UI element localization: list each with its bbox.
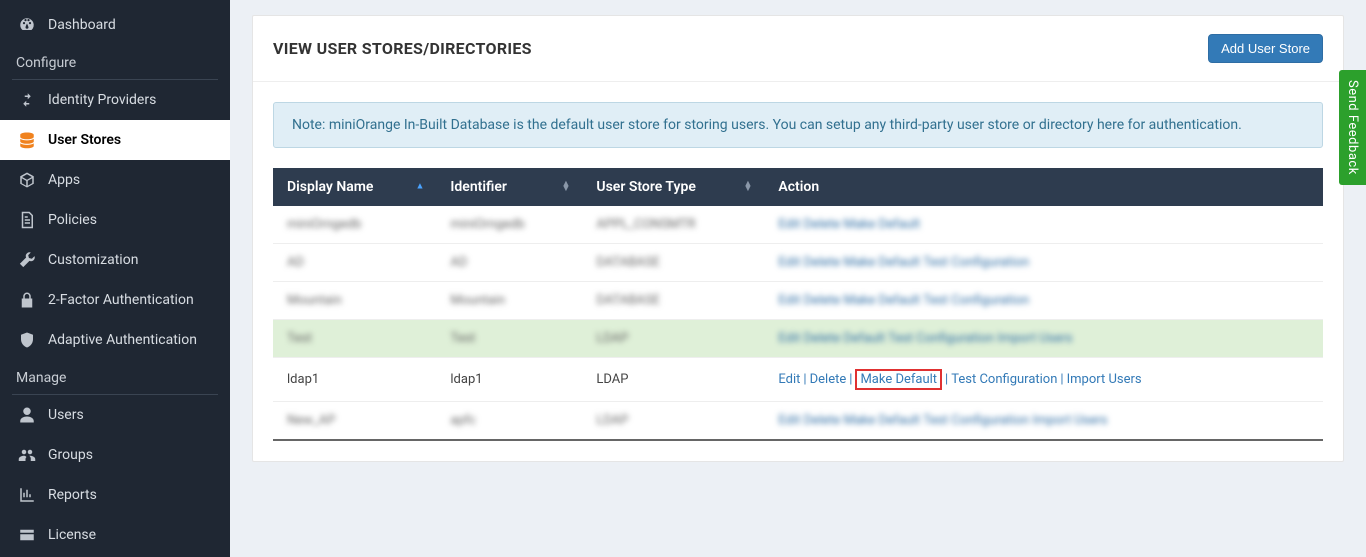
table-row: New_AP apfc LDAP Edit Delete Make Defaul…: [273, 402, 1323, 441]
test-config-link[interactable]: Test Configuration: [951, 372, 1057, 387]
sidebar-item-label: Groups: [48, 447, 93, 463]
blurred-text: Edit Delete Make Default Test Configurat…: [778, 255, 1029, 270]
sidebar-item-license[interactable]: License: [0, 515, 230, 555]
sidebar-item-label: User Stores: [48, 132, 121, 148]
blurred-text: miniOrngedb: [287, 217, 361, 232]
blurred-text: Edit Delete Default Test Configuration I…: [778, 331, 1072, 346]
lock-icon: [16, 290, 38, 310]
blurred-text: Edit Delete Make Default Test Configurat…: [778, 293, 1029, 308]
table-row: AD AD DATABASE Edit Delete Make Default …: [273, 244, 1323, 282]
blurred-text: Mountain: [287, 293, 342, 308]
user-stores-card: VIEW USER STORES/DIRECTORIES Add User St…: [252, 15, 1344, 462]
users-icon: [16, 445, 38, 465]
user-icon: [16, 405, 38, 425]
info-note: Note: miniOrange In-Built Database is th…: [273, 102, 1323, 148]
cell-display: ldap1: [273, 358, 436, 402]
blurred-text: Test: [450, 331, 475, 346]
blurred-text: Edit Delete Make Default: [778, 217, 920, 232]
card-header: VIEW USER STORES/DIRECTORIES Add User St…: [253, 16, 1343, 82]
edit-link[interactable]: Edit: [778, 372, 800, 387]
sidebar-item-label: License: [48, 527, 96, 543]
sidebar-item-customization[interactable]: Customization: [0, 240, 230, 280]
sidebar-section-configure: Configure: [0, 45, 230, 77]
th-action: Action: [764, 168, 1323, 206]
sort-icon: ▲▼: [743, 182, 752, 192]
wrench-icon: [16, 250, 38, 270]
delete-link[interactable]: Delete: [810, 372, 847, 387]
sidebar-item-adaptive-auth[interactable]: Adaptive Authentication: [0, 320, 230, 360]
sort-icon: ▲▼: [561, 182, 570, 192]
table-row: miniOrngedb miniOrngedb APPL_CONSMTR Edi…: [273, 206, 1323, 244]
card-icon: [16, 525, 38, 545]
sidebar-item-dashboard[interactable]: Dashboard: [0, 5, 230, 45]
sort-asc-icon: ▲: [415, 185, 424, 190]
sidebar-item-2fa[interactable]: 2-Factor Authentication: [0, 280, 230, 320]
blurred-text: AD: [287, 255, 304, 270]
sidebar-item-users[interactable]: Users: [0, 395, 230, 435]
blurred-text: AD: [450, 255, 467, 270]
blurred-text: New_AP: [287, 413, 335, 428]
shield-icon: [16, 330, 38, 350]
blurred-text: apfc: [450, 413, 476, 428]
sidebar-item-label: Identity Providers: [48, 92, 156, 108]
cube-icon: [16, 170, 38, 190]
sidebar-item-label: 2-Factor Authentication: [48, 292, 194, 308]
import-users-link[interactable]: Import Users: [1067, 372, 1142, 387]
sidebar-item-groups[interactable]: Groups: [0, 435, 230, 475]
sidebar-item-label: Dashboard: [48, 17, 116, 33]
make-default-link[interactable]: Make Default: [860, 372, 937, 387]
main-content: VIEW USER STORES/DIRECTORIES Add User St…: [230, 0, 1366, 557]
sidebar-item-label: Adaptive Authentication: [48, 332, 197, 348]
blurred-text: APPL_CONSMTR: [596, 217, 695, 232]
blurred-text: LDAP: [596, 413, 628, 428]
doc-icon: [16, 210, 38, 230]
cell-actions: Edit|Delete|Make Default|Test Configurat…: [764, 358, 1323, 402]
gauge-icon: [16, 15, 38, 35]
sidebar-item-label: Customization: [48, 252, 138, 268]
th-type[interactable]: User Store Type▲▼: [582, 168, 764, 206]
sidebar-item-label: Apps: [48, 172, 80, 188]
sidebar-item-label: Policies: [48, 212, 97, 228]
blurred-text: Test: [287, 331, 312, 346]
sidebar-item-user-stores[interactable]: User Stores: [0, 120, 230, 160]
add-user-store-button[interactable]: Add User Store: [1208, 34, 1323, 63]
sidebar-item-apps[interactable]: Apps: [0, 160, 230, 200]
user-stores-table: Display Name▲ Identifier▲▼ User Store Ty…: [273, 168, 1323, 441]
blurred-text: LDAP: [596, 331, 628, 346]
make-default-highlight: Make Default: [855, 369, 942, 390]
sidebar-item-reports[interactable]: Reports: [0, 475, 230, 515]
stack-icon: [16, 130, 38, 150]
sidebar-item-policies[interactable]: Policies: [0, 200, 230, 240]
swap-icon: [16, 90, 38, 110]
sidebar-item-label: Users: [48, 407, 84, 423]
table-row: Test Test LDAP Edit Delete Default Test …: [273, 320, 1323, 358]
blurred-text: Edit Delete Make Default Test Configurat…: [778, 413, 1107, 428]
blurred-text: Mountain: [450, 293, 505, 308]
th-identifier[interactable]: Identifier▲▼: [436, 168, 582, 206]
cell-identifier: ldap1: [436, 358, 582, 402]
blurred-text: DATABASE: [596, 293, 659, 308]
th-display-name[interactable]: Display Name▲: [273, 168, 436, 206]
sidebar-item-label: Reports: [48, 487, 97, 503]
sidebar-section-manage: Manage: [0, 360, 230, 392]
sidebar: Dashboard Configure Identity Providers U…: [0, 0, 230, 557]
send-feedback-button[interactable]: Send Feedback: [1339, 70, 1366, 185]
blurred-text: DATABASE: [596, 255, 659, 270]
cell-type: LDAP: [582, 358, 764, 402]
sidebar-item-identity-providers[interactable]: Identity Providers: [0, 80, 230, 120]
table-row: Mountain Mountain DATABASE Edit Delete M…: [273, 282, 1323, 320]
table-row: ldap1 ldap1 LDAP Edit|Delete|Make Defaul…: [273, 358, 1323, 402]
chart-icon: [16, 485, 38, 505]
blurred-text: miniOrngedb: [450, 217, 524, 232]
page-title: VIEW USER STORES/DIRECTORIES: [273, 39, 532, 58]
